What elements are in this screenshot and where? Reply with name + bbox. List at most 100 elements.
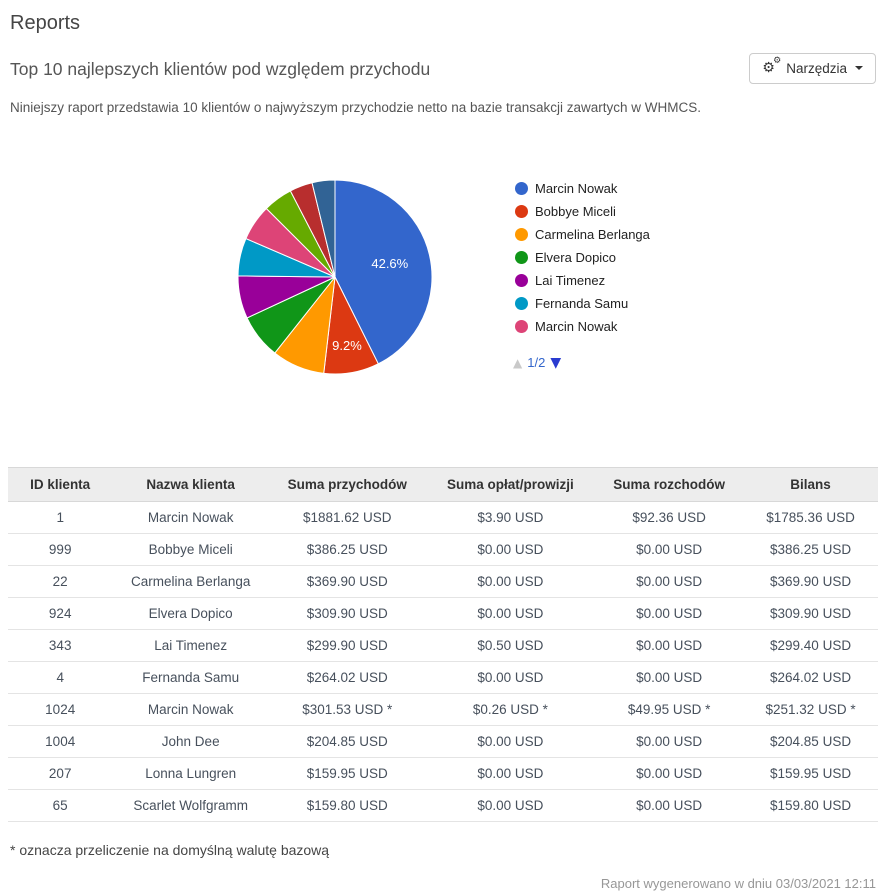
table-cell: Bobbye Miceli <box>112 533 269 566</box>
table-cell: $299.40 USD <box>743 629 878 662</box>
legend-pager: ▲ 1/2 ▼ <box>513 355 561 370</box>
legend-swatch <box>515 297 528 310</box>
table-cell: $0.50 USD <box>425 629 596 662</box>
legend-swatch <box>515 228 528 241</box>
chart-legend: Marcin Nowak Bobbye Miceli Carmelina Berla… <box>515 177 650 338</box>
table-row: 999 Bobbye Miceli $386.25 USD $0.00 USD $0.0… <box>8 533 878 566</box>
legend-item: Fernanda Samu <box>515 292 650 315</box>
table-cell: $0.00 USD <box>425 789 596 822</box>
table-cell: $204.85 USD <box>743 725 878 758</box>
legend-item: Marcin Nowak <box>515 177 650 200</box>
table-cell: Scarlet Wolfgramm <box>112 789 269 822</box>
currency-footnote: * oznacza przeliczenie na domyślną walut… <box>10 842 330 858</box>
legend-swatch <box>515 274 528 287</box>
table-cell: 207 <box>8 757 113 790</box>
table-cell: $204.85 USD <box>268 725 426 758</box>
table-row: 924 Elvera Dopico $309.90 USD $0.00 USD $0.0… <box>8 597 878 630</box>
legend-page-next-icon[interactable]: ▼ <box>550 356 561 370</box>
table-row: 22 Carmelina Berlanga $369.90 USD $0.00 USD… <box>8 565 878 598</box>
column-header: ID klienta <box>8 467 113 502</box>
table-cell: $264.02 USD <box>268 661 426 694</box>
table-cell: $0.00 USD <box>425 533 596 566</box>
table-cell: Elvera Dopico <box>112 597 269 630</box>
table-cell: Marcin Nowak <box>112 693 269 726</box>
report-table: ID klienta Nazwa klienta Suma przychodów Su… <box>8 467 878 822</box>
table-cell: $309.90 USD <box>743 597 878 630</box>
legend-swatch <box>515 205 528 218</box>
column-header: Suma rozchodów <box>595 467 744 502</box>
table-cell: $369.90 USD <box>268 565 426 598</box>
table-cell: John Dee <box>112 725 269 758</box>
table-cell: Carmelina Berlanga <box>112 565 269 598</box>
table-cell: Lonna Lungren <box>112 757 269 790</box>
legend-label: Elvera Dopico <box>535 250 616 265</box>
table-cell: $0.00 USD <box>425 661 596 694</box>
table-cell: $301.53 USD * <box>268 693 426 726</box>
table-cell: $49.95 USD * <box>595 693 744 726</box>
legend-label: Carmelina Berlanga <box>535 227 650 242</box>
legend-item: Carmelina Berlanga <box>515 223 650 246</box>
column-header: Suma przychodów <box>268 467 426 502</box>
table-cell: 999 <box>8 533 113 566</box>
table-body: 1 Marcin Nowak $1881.62 USD $3.90 USD $92.36… <box>8 501 878 822</box>
table-cell: 1 <box>8 501 113 534</box>
legend-label: Lai Timenez <box>535 273 606 288</box>
table-cell: $0.00 USD <box>595 661 744 694</box>
legend-label: Bobbye Miceli <box>535 204 616 219</box>
table-cell: $0.00 USD <box>595 789 744 822</box>
legend-swatch <box>515 251 528 264</box>
legend-item: Bobbye Miceli <box>515 200 650 223</box>
pie-chart[interactable]: 42.6% 9.2% <box>235 177 435 377</box>
table-cell: $0.00 USD <box>425 757 596 790</box>
table-cell: $0.26 USD * <box>425 693 596 726</box>
table-cell: 65 <box>8 789 113 822</box>
tools-button-label: Narzędzia <box>786 60 847 76</box>
table-cell: $0.00 USD <box>595 597 744 630</box>
table-cell: $0.00 USD <box>595 533 744 566</box>
pie-slice-label: 42.6% <box>371 256 408 271</box>
table-row: 65 Scarlet Wolfgramm $159.80 USD $0.00 USD $… <box>8 789 878 822</box>
table-cell: $0.00 USD <box>425 597 596 630</box>
table-row: 1024 Marcin Nowak $301.53 USD * $0.26 USD *… <box>8 693 878 726</box>
legend-item: Elvera Dopico <box>515 246 650 269</box>
table-cell: $0.00 USD <box>595 725 744 758</box>
table-cell: $1881.62 USD <box>268 501 426 534</box>
report-description: Niniejszy raport przedstawia 10 klientów… <box>10 100 702 115</box>
table-cell: $1785.36 USD <box>743 501 878 534</box>
table-cell: 924 <box>8 597 113 630</box>
report-header: Top 10 najlepszych klientów pod względem… <box>8 53 878 84</box>
table-row: 207 Lonna Lungren $159.95 USD $0.00 USD $0.0… <box>8 757 878 790</box>
table-cell: $251.32 USD * <box>743 693 878 726</box>
pie-slice-label: 9.2% <box>332 338 362 353</box>
column-header: Bilans <box>743 467 878 502</box>
table-header-row: ID klienta Nazwa klienta Suma przychodów Su… <box>8 467 878 502</box>
tools-button[interactable]: ⚙ ⚙ Narzędzia <box>749 53 876 84</box>
table-cell: $0.00 USD <box>595 757 744 790</box>
table-cell: $0.00 USD <box>595 629 744 662</box>
table-cell: $159.80 USD <box>268 789 426 822</box>
column-header: Nazwa klienta <box>112 467 269 502</box>
legend-swatch <box>515 320 528 333</box>
table-row: 4 Fernanda Samu $264.02 USD $0.00 USD $0.00 … <box>8 661 878 694</box>
table-cell: $386.25 USD <box>743 533 878 566</box>
legend-page-prev-icon[interactable]: ▲ <box>513 357 522 369</box>
table-cell: 22 <box>8 565 113 598</box>
legend-swatch <box>515 182 528 195</box>
page-title: Reports <box>10 12 81 34</box>
table-cell: Marcin Nowak <box>112 501 269 534</box>
table-cell: $264.02 USD <box>743 661 878 694</box>
table-cell: Fernanda Samu <box>112 661 269 694</box>
table-cell: $92.36 USD <box>595 501 744 534</box>
table-cell: $0.00 USD <box>425 565 596 598</box>
table-cell: 1024 <box>8 693 113 726</box>
generated-timestamp: Raport wygenerowano w dniu 03/03/2021 12… <box>600 876 876 891</box>
legend-label: Marcin Nowak <box>535 319 618 334</box>
table-cell: $299.90 USD <box>268 629 426 662</box>
column-header: Suma opłat/prowizji <box>425 467 596 502</box>
legend-item: Marcin Nowak <box>515 315 650 338</box>
table-cell: 4 <box>8 661 113 694</box>
table-cell: 343 <box>8 629 113 662</box>
table-cell: $0.00 USD <box>425 725 596 758</box>
legend-label: Marcin Nowak <box>535 181 618 196</box>
legend-page-indicator: 1/2 <box>527 355 546 370</box>
